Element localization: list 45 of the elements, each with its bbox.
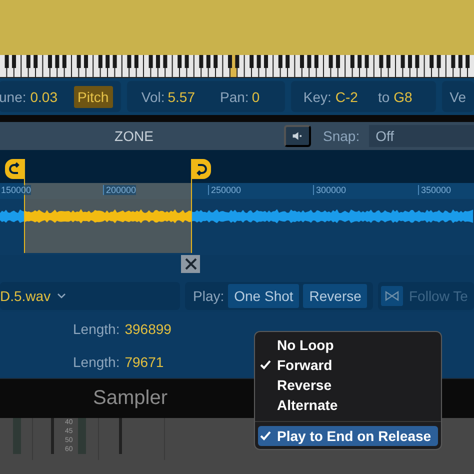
play-mode-button[interactable]: One Shot [228, 284, 300, 308]
play-label: Play: [193, 288, 224, 304]
zone-title: ZONE [114, 128, 154, 144]
param-label: Vol: [141, 88, 165, 104]
length-value: 396899 [124, 320, 172, 336]
param-label: Key: [303, 88, 332, 104]
ruler-label: 200000 [103, 185, 136, 195]
param-label: Ve [450, 88, 466, 104]
param-label: to [378, 88, 390, 104]
play-mode-button[interactable]: Reverse [303, 284, 368, 308]
loop-end-marker-icon[interactable] [191, 159, 211, 179]
param-value[interactable]: G8 [394, 88, 412, 104]
checkmark-icon [260, 431, 271, 441]
ruler-label: 250000 [208, 185, 242, 195]
menu-item[interactable]: No Loop [255, 335, 441, 355]
sample-file-dropdown[interactable]: D.5.wav [0, 282, 180, 310]
speaker-icon[interactable] [284, 125, 311, 147]
param-label: une: [0, 88, 26, 104]
length-value: 79671 [124, 354, 164, 370]
level-meter [13, 418, 21, 454]
param-value[interactable]: 5.57 [168, 88, 195, 104]
sampler-tab[interactable]: Sampler [93, 387, 168, 410]
length-label: Length: [73, 320, 120, 336]
param-value[interactable]: 0.03 [30, 88, 58, 104]
close-icon[interactable] [181, 255, 200, 273]
level-meter [78, 418, 86, 454]
param-value[interactable]: C-2 [335, 88, 358, 104]
ruler-label: 350000 [418, 185, 452, 195]
fader-track[interactable] [119, 418, 122, 454]
piano-keyboard-drawing[interactable] [0, 55, 474, 78]
snap-label: Snap: [323, 128, 360, 144]
snap-dropdown[interactable]: Off [368, 125, 474, 147]
menu-item[interactable]: Play to End on Release [258, 426, 438, 446]
param-label: Pan: [220, 88, 249, 104]
param-value[interactable]: 0 [252, 88, 260, 104]
ruler-label: 300000 [313, 185, 346, 195]
loop-start-marker-icon[interactable] [5, 159, 25, 179]
menu-item[interactable]: Alternate [255, 395, 441, 415]
menu-item[interactable]: Forward [255, 355, 441, 375]
menu-item[interactable]: Reverse [255, 375, 441, 395]
chevron-icon [57, 293, 66, 299]
fader-track[interactable] [51, 418, 54, 454]
checkmark-icon [260, 360, 271, 370]
length-label: Length: [73, 354, 120, 370]
pitch-toggle[interactable]: Pitch [74, 86, 113, 108]
